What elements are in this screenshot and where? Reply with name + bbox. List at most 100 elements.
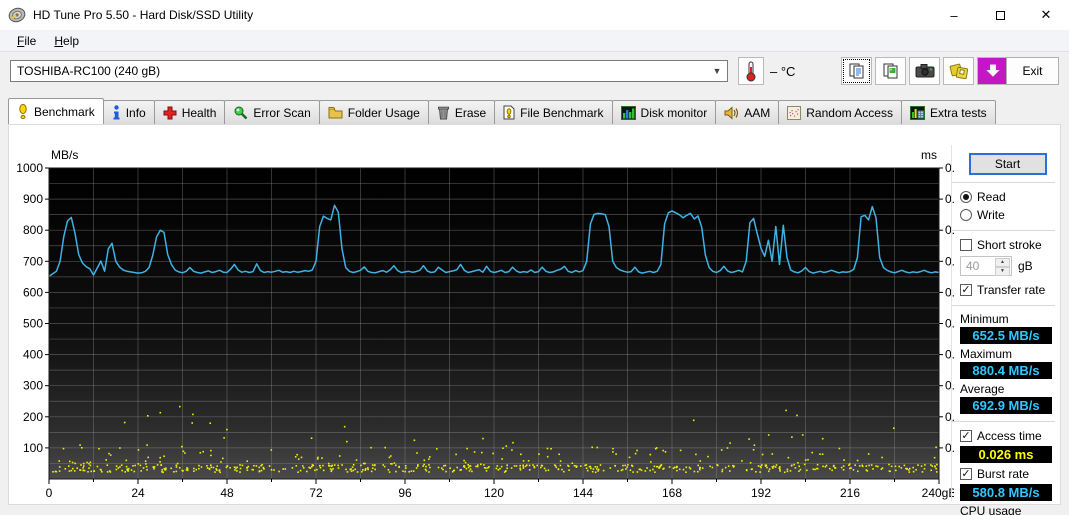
tab-label: File Benchmark	[520, 106, 603, 120]
minimum-value: 652.5 MB/s	[960, 327, 1052, 344]
health-cross-icon	[163, 106, 177, 120]
menu-help[interactable]: Help	[45, 32, 88, 50]
exit-button[interactable]: Exit	[1006, 57, 1059, 85]
svg-text:300: 300	[23, 379, 43, 393]
transfer-rate-checkbox[interactable]: ✓ Transfer rate	[960, 282, 1055, 298]
transfer-rate-label: Transfer rate	[977, 283, 1045, 297]
read-radio[interactable]: Read	[960, 189, 1055, 205]
tab-aam[interactable]: AAM	[715, 100, 779, 124]
spinner-buttons[interactable]: ▲▼	[995, 258, 1010, 274]
average-label: Average	[960, 382, 1055, 396]
svg-text:400: 400	[23, 348, 43, 362]
tab-random-access[interactable]: Random Access	[778, 100, 902, 124]
tab-health[interactable]: Health	[154, 100, 226, 124]
short-stroke-size-spinner[interactable]: 40 ▲▼	[960, 256, 1012, 276]
divider	[952, 182, 1055, 183]
tab-error-scan[interactable]: Error Scan	[224, 100, 319, 124]
svg-text:100: 100	[23, 441, 43, 455]
erase-trash-icon	[437, 105, 450, 120]
burst-rate-label: Burst rate	[977, 467, 1029, 481]
camera-icon	[915, 63, 935, 79]
download-button[interactable]	[977, 57, 1008, 85]
menu-file[interactable]: File	[8, 32, 45, 50]
toolbar: TOSHIBA-RC100 (240 gB) ▼ – °C	[0, 53, 1069, 97]
svg-text:144: 144	[573, 486, 593, 500]
temperature-button[interactable]	[738, 57, 764, 85]
benchmark-panel: MB/sms10009008007006005004003002001000.5…	[8, 124, 1061, 505]
short-stroke-checkbox[interactable]: Short stroke	[960, 237, 1055, 253]
tab-extra-tests[interactable]: Extra tests	[901, 100, 996, 124]
benchmark-chart: MB/sms10009008007006005004003002001000.5…	[9, 143, 954, 505]
random-access-scatter-icon	[787, 106, 801, 120]
short-stroke-label: Short stroke	[977, 238, 1042, 252]
folder-usage-folder-icon	[328, 106, 343, 119]
average-value: 692.9 MB/s	[960, 397, 1052, 414]
write-radio[interactable]: Write	[960, 207, 1055, 223]
tab-benchmark[interactable]: Benchmark	[8, 98, 104, 124]
transfer-rate-chart: MB/sms10009008007006005004003002001000.5…	[9, 143, 954, 505]
svg-text:72: 72	[309, 486, 323, 500]
close-button[interactable]: ✕	[1023, 0, 1069, 30]
burst-rate-checkbox[interactable]: ✓ Burst rate	[960, 466, 1055, 482]
menubar: File Help	[0, 30, 1069, 52]
copy-image-icon	[882, 62, 900, 80]
svg-text:216: 216	[840, 486, 860, 500]
svg-text:0: 0	[46, 486, 53, 500]
tab-label: Info	[126, 106, 146, 120]
minimum-label: Minimum	[960, 312, 1055, 326]
tab-disk-monitor[interactable]: Disk monitor	[612, 100, 717, 124]
maximize-button[interactable]	[977, 0, 1023, 30]
tab-info[interactable]: Info	[103, 100, 155, 124]
tab-label: Error Scan	[253, 106, 310, 120]
radio-selected-icon	[960, 191, 972, 203]
download-arrow-icon	[985, 63, 1001, 79]
file-benchmark-file-icon	[503, 105, 515, 120]
svg-text:192: 192	[751, 486, 771, 500]
tab-label: Health	[182, 106, 217, 120]
svg-text:240gB: 240gB	[922, 486, 954, 500]
titlebar: HD Tune Pro 5.50 - Hard Disk/SSD Utility…	[0, 0, 1069, 30]
short-stroke-unit: gB	[1018, 259, 1033, 273]
svg-text:1000: 1000	[16, 161, 43, 175]
copy-text-button[interactable]	[841, 57, 872, 85]
svg-text:ms: ms	[921, 148, 937, 162]
spin-down-icon: ▼	[995, 267, 1010, 276]
tab-erase[interactable]: Erase	[428, 100, 495, 124]
checkbox-checked-icon: ✓	[960, 284, 972, 296]
error-scan-magnifier-icon	[233, 105, 248, 120]
access-time-label: Access time	[977, 429, 1042, 443]
aam-speaker-icon	[724, 106, 739, 120]
drive-select[interactable]: TOSHIBA-RC100 (240 gB) ▼	[10, 60, 728, 82]
chevron-down-icon: ▼	[708, 62, 726, 80]
copy-text-icon	[848, 62, 866, 80]
thermometer-icon	[745, 60, 757, 82]
read-label: Read	[977, 190, 1006, 204]
svg-text:800: 800	[23, 223, 43, 237]
maximum-value: 880.4 MB/s	[960, 362, 1052, 379]
save-button[interactable]	[943, 57, 974, 85]
tab-label: Benchmark	[34, 105, 95, 119]
write-label: Write	[977, 208, 1005, 222]
radio-unselected-icon	[960, 209, 972, 221]
minimize-button[interactable]: –	[931, 0, 977, 30]
start-button[interactable]: Start	[969, 153, 1047, 175]
tab-label: Erase	[455, 106, 486, 120]
svg-text:200: 200	[23, 410, 43, 424]
copy-image-button[interactable]	[875, 57, 906, 85]
maximum-label: Maximum	[960, 347, 1055, 361]
tab-folder-usage[interactable]: Folder Usage	[319, 100, 429, 124]
checkbox-checked-icon: ✓	[960, 430, 972, 442]
checkbox-unchecked-icon	[960, 239, 972, 251]
screenshot-button[interactable]	[909, 57, 940, 85]
divider	[952, 230, 1055, 231]
access-time-checkbox[interactable]: ✓ Access time	[960, 428, 1055, 444]
svg-text:MB/s: MB/s	[51, 148, 78, 162]
drive-select-value: TOSHIBA-RC100 (240 gB)	[17, 64, 160, 78]
spin-up-icon: ▲	[995, 258, 1010, 267]
maximize-icon	[996, 11, 1005, 20]
svg-text:168: 168	[662, 486, 682, 500]
svg-text:600: 600	[23, 285, 43, 299]
tab-file-benchmark[interactable]: File Benchmark	[494, 100, 612, 124]
extra-tests-chart-icon	[910, 106, 925, 120]
access-time-value: 0.026 ms	[960, 446, 1052, 463]
